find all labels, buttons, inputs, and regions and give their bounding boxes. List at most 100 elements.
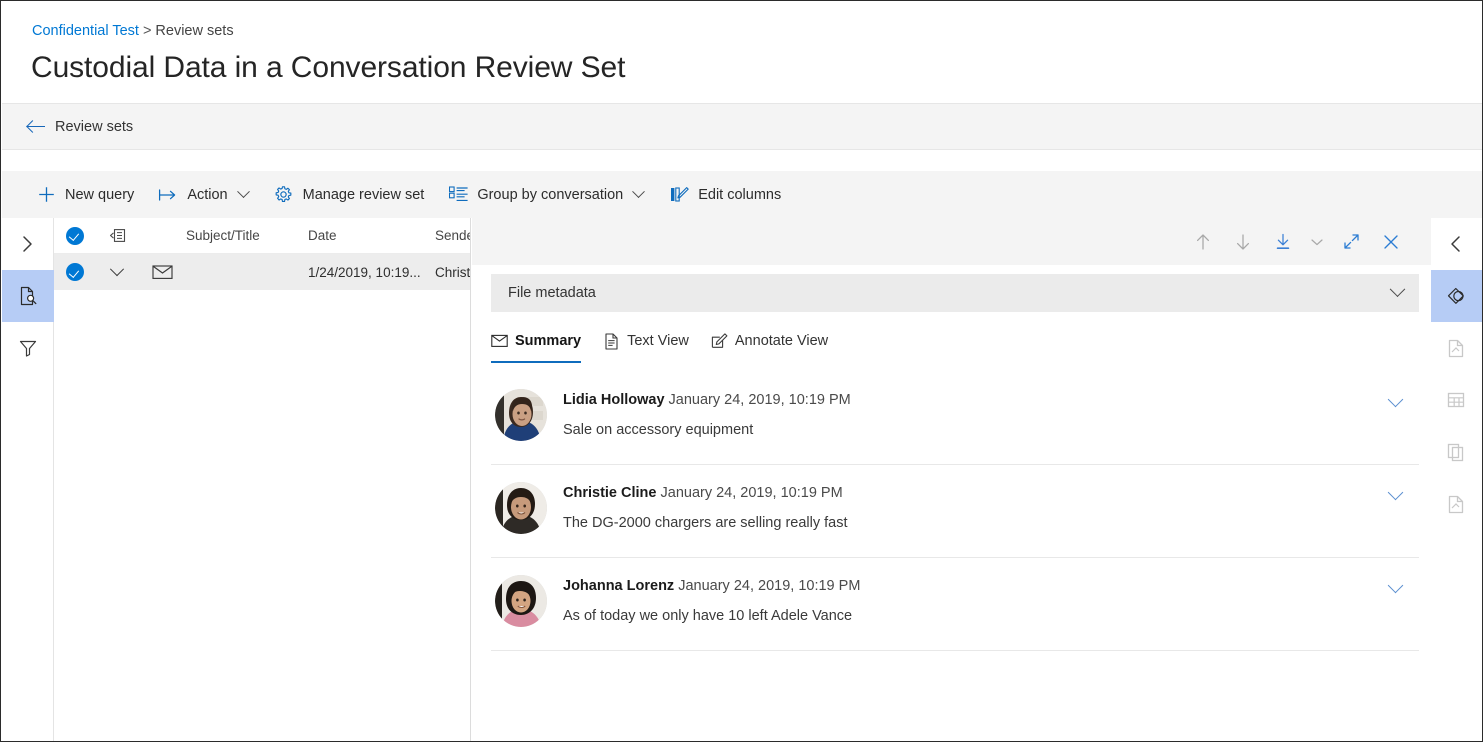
near-duplicates-icon[interactable]	[1430, 478, 1482, 530]
message-text: Sale on accessory equipment	[563, 422, 754, 438]
expand-view-button[interactable]	[1331, 222, 1371, 262]
download-button[interactable]	[1263, 222, 1303, 262]
next-item-button[interactable]	[1223, 222, 1263, 262]
breadcrumb-current: Review sets	[155, 23, 234, 39]
row-checkbox-cell[interactable]	[54, 263, 96, 281]
action-label: Action	[187, 186, 228, 203]
gear-icon	[274, 185, 294, 205]
command-bar: New query Action Manage review set Group…	[2, 171, 1482, 218]
tab-text-view-label: Text View	[627, 333, 689, 349]
file-metadata-label: File metadata	[508, 285, 596, 301]
message-sender: Johanna Lorenz	[563, 578, 675, 594]
download-options-button[interactable]	[1303, 222, 1331, 262]
avatar-lidia-holloway	[495, 389, 547, 441]
message-timestamp: January 24, 2019, 10:19 PM	[668, 392, 851, 408]
collapse-panel-icon[interactable]	[1430, 218, 1482, 270]
message-sender: Lidia Holloway	[563, 392, 665, 408]
conversation-message-list: Lidia Holloway January 24, 2019, 10:19 P…	[491, 372, 1419, 651]
close-panel-button[interactable]	[1371, 222, 1411, 262]
table-grid-icon[interactable]	[1430, 374, 1482, 426]
back-bar-label: Review sets	[55, 118, 134, 135]
tab-summary-label: Summary	[515, 333, 582, 349]
list-item[interactable]: Christie Cline January 24, 2019, 10:19 P…	[491, 465, 1419, 558]
select-all-checkbox-cell[interactable]	[54, 226, 96, 245]
email-icon	[151, 265, 173, 279]
message-body: Johanna Lorenz January 24, 2019, 10:19 P…	[563, 575, 1379, 624]
page-title: Custodial Data in a Conversation Review …	[31, 51, 626, 84]
breadcrumb: Confidential Test > Review sets	[32, 23, 234, 39]
group-by-conversation-label: Group by conversation	[477, 186, 624, 203]
row-date: 1/24/2019, 10:19...	[308, 264, 421, 280]
previous-item-button[interactable]	[1183, 222, 1223, 262]
copies-icon[interactable]	[1430, 426, 1482, 478]
back-to-review-sets-button[interactable]: Review sets	[2, 103, 1482, 150]
detail-tabs: Summary Text View Annotate View	[491, 324, 1431, 363]
app-window: Confidential Test > Review sets Custodial …	[0, 0, 1483, 742]
file-metadata-accordion[interactable]: File metadata	[491, 274, 1419, 312]
date-column-header[interactable]: Date	[308, 228, 435, 243]
attachment-column-icon	[109, 229, 125, 242]
expand-panel-icon[interactable]	[2, 218, 54, 270]
subject-column-header[interactable]: Subject/Title	[186, 228, 308, 243]
list-header-row: Subject/Title Date Sender	[54, 218, 470, 254]
action-menu-button[interactable]: Action	[148, 175, 259, 215]
group-by-conversation-button[interactable]: Group by conversation	[438, 175, 655, 215]
arrow-left-icon	[27, 119, 46, 135]
chevron-down-icon	[632, 185, 646, 199]
left-rail	[2, 218, 54, 741]
chevron-down-icon	[1389, 280, 1406, 297]
message-header: Lidia Holloway January 24, 2019, 10:19 P…	[563, 392, 1379, 408]
message-text: As of today we only have 10 left Adele V…	[563, 608, 853, 624]
sender-column-header[interactable]: Sender	[435, 228, 470, 243]
plus-icon	[36, 185, 56, 205]
edit-columns-label: Edit columns	[698, 186, 782, 203]
text-document-icon	[603, 332, 620, 350]
select-all-checkbox[interactable]	[66, 226, 84, 245]
new-query-label: New query	[65, 186, 135, 203]
detail-toolbar	[472, 218, 1431, 265]
chevron-down-icon[interactable]	[1387, 391, 1404, 408]
edit-columns-icon	[669, 185, 689, 205]
row-type-cell	[138, 264, 186, 280]
breadcrumb-separator: >	[142, 23, 152, 39]
message-header: Johanna Lorenz January 24, 2019, 10:19 P…	[563, 578, 1379, 594]
message-body: Lidia Holloway January 24, 2019, 10:19 P…	[563, 389, 1379, 438]
avatar-christie-cline	[495, 482, 547, 534]
right-rail	[1429, 218, 1482, 741]
tags-icon[interactable]	[1430, 270, 1482, 322]
chevron-down-icon[interactable]	[109, 262, 125, 277]
tab-annotate-view[interactable]: Annotate View	[711, 324, 828, 358]
tab-summary[interactable]: Summary	[491, 324, 582, 363]
filter-funnel-icon[interactable]	[2, 322, 54, 374]
breadcrumb-root-link[interactable]: Confidential Test	[32, 23, 139, 39]
message-text: The DG-2000 chargers are selling really …	[563, 515, 848, 531]
action-arrow-icon	[158, 185, 178, 205]
table-row[interactable]: 1/24/2019, 10:19... Christie	[54, 254, 470, 290]
document-search-icon[interactable]	[2, 270, 54, 322]
detail-pane: File metadata Summary Text View Annotate…	[472, 218, 1431, 741]
document-page-icon[interactable]	[1430, 322, 1482, 374]
annotate-pen-icon	[711, 333, 728, 350]
document-list-pane: Subject/Title Date Sender 1/24/2019, 10:…	[54, 218, 471, 741]
edit-columns-button[interactable]: Edit columns	[659, 175, 791, 215]
tab-text-view[interactable]: Text View	[603, 324, 689, 358]
message-header: Christie Cline January 24, 2019, 10:19 P…	[563, 485, 1379, 501]
envelope-icon	[491, 333, 508, 350]
list-group-icon	[448, 185, 468, 205]
tab-annotate-view-label: Annotate View	[734, 333, 829, 349]
chevron-down-icon[interactable]	[1387, 577, 1404, 594]
chevron-down-icon	[236, 185, 250, 199]
manage-review-set-button[interactable]: Manage review set	[264, 175, 435, 215]
manage-review-set-label: Manage review set	[302, 186, 425, 203]
avatar-johanna-lorenz	[495, 575, 547, 627]
chevron-down-icon[interactable]	[1387, 484, 1404, 501]
list-item[interactable]: Lidia Holloway January 24, 2019, 10:19 P…	[491, 372, 1419, 465]
row-expand-cell[interactable]	[96, 262, 138, 277]
new-query-button[interactable]: New query	[26, 175, 144, 215]
message-sender: Christie Cline	[563, 485, 657, 501]
row-sender: Christie	[435, 264, 471, 280]
message-timestamp: January 24, 2019, 10:19 PM	[660, 485, 843, 501]
row-checkbox[interactable]	[66, 263, 84, 281]
attachment-column-header[interactable]	[96, 228, 138, 243]
list-item[interactable]: Johanna Lorenz January 24, 2019, 10:19 P…	[491, 558, 1419, 651]
